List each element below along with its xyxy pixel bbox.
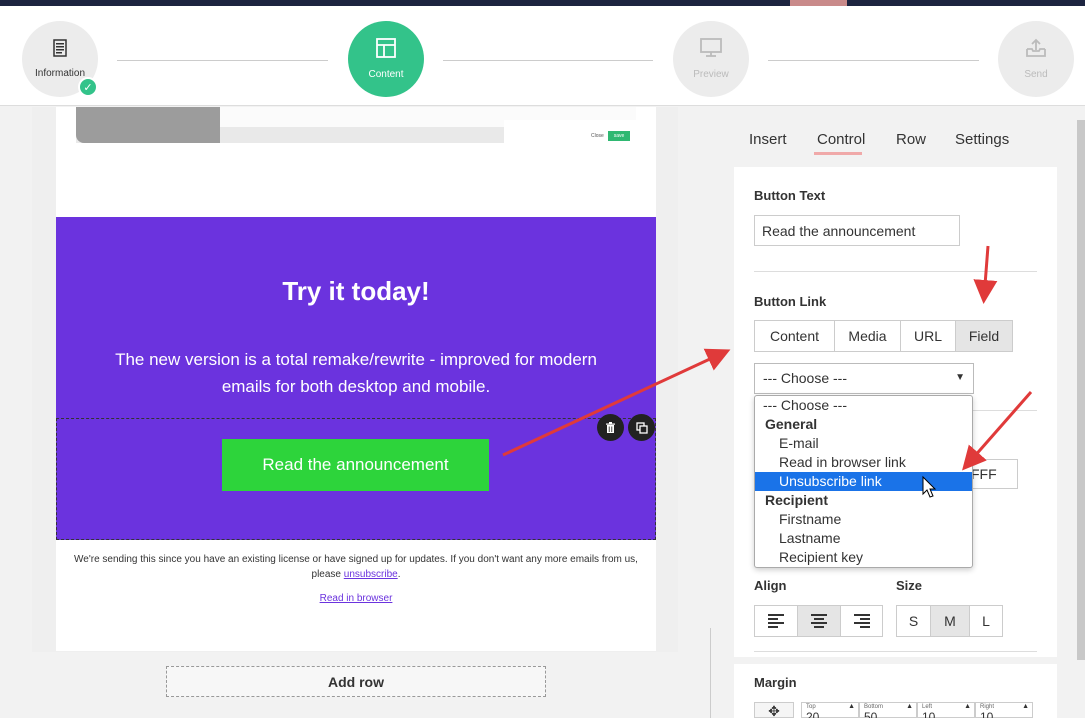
color-hex-value: FFF — [971, 466, 997, 482]
stepper-header: Information ✓ Content Preview Send — [0, 6, 1085, 106]
tab-settings[interactable]: Settings — [955, 131, 1009, 148]
read-in-browser-link[interactable]: Read in browser — [56, 593, 656, 604]
align-center-button[interactable] — [797, 605, 841, 637]
option-read-in-browser[interactable]: Read in browser link — [755, 453, 972, 472]
step-connector — [117, 60, 328, 61]
link-type-content[interactable]: Content — [754, 320, 835, 352]
option-lastname[interactable]: Lastname — [755, 529, 972, 548]
active-tab-indicator — [814, 152, 862, 155]
tab-insert[interactable]: Insert — [749, 131, 787, 148]
button-text-input[interactable] — [754, 215, 960, 246]
thumbnail-save-button: save — [608, 131, 630, 141]
optgroup-recipient: Recipient — [765, 492, 829, 508]
link-type-field[interactable]: Field — [955, 320, 1013, 352]
step-content[interactable]: Content — [348, 21, 424, 97]
step-preview[interactable]: Preview — [673, 21, 749, 97]
step-send[interactable]: Send — [998, 21, 1074, 97]
size-m-button[interactable]: M — [930, 605, 970, 637]
margin-bottom-value: 50 — [864, 710, 878, 718]
stepper-up-icon[interactable]: ▲ — [1022, 703, 1029, 710]
align-left-button[interactable] — [754, 605, 798, 637]
color-hex-input[interactable]: FFF — [968, 459, 1018, 489]
screenshot-thumbnail: Close save — [76, 107, 636, 143]
align-center-icon — [811, 614, 827, 628]
margin-label: Margin — [754, 675, 797, 690]
step-label: Information — [34, 68, 86, 79]
step-connector — [768, 60, 979, 61]
tab-control[interactable]: Control — [817, 131, 865, 148]
duplicate-icon[interactable] — [628, 414, 655, 441]
option-recipient-key[interactable]: Recipient key — [755, 548, 972, 567]
email-description[interactable]: The new version is a total remake/rewrit… — [90, 346, 622, 400]
field-select[interactable]: --- Choose --- ▼ — [754, 363, 974, 394]
tab-row[interactable]: Row — [896, 131, 926, 148]
panel-scrollbar[interactable] — [1077, 120, 1085, 660]
field-dropdown-list[interactable]: --- Choose --- General E-mail Read in br… — [754, 395, 973, 568]
stepper-up-icon[interactable]: ▲ — [848, 703, 855, 710]
margin-left-input[interactable]: Left 10 ▲ — [917, 702, 975, 718]
margin-top-value: 20 — [806, 710, 820, 718]
checkmark-icon: ✓ — [78, 77, 98, 97]
add-row-button[interactable]: Add row — [166, 666, 546, 697]
option-unsubscribe-link[interactable]: Unsubscribe link — [755, 472, 972, 491]
announcement-button[interactable]: Read the announcement — [222, 439, 489, 491]
link-type-url[interactable]: URL — [900, 320, 956, 352]
margin-bottom-input[interactable]: Bottom 50 ▲ — [859, 702, 917, 718]
thumbnail-close-text: Close — [591, 133, 604, 139]
layout-icon — [376, 38, 396, 63]
size-l-button[interactable]: L — [969, 605, 1003, 637]
margin-top-input[interactable]: Top 20 ▲ — [801, 702, 859, 718]
size-label: Size — [896, 578, 923, 593]
thumbnail-dark-area — [76, 107, 220, 143]
step-label: Content — [368, 69, 404, 80]
email-headline[interactable]: Try it today! — [56, 276, 656, 307]
step-label: Preview — [693, 69, 729, 80]
caret-down-icon: ▼ — [955, 372, 965, 383]
link-type-media[interactable]: Media — [834, 320, 901, 352]
align-right-icon — [853, 614, 870, 628]
align-left-icon — [768, 614, 784, 628]
margin-right-input[interactable]: Right 10 ▲ — [975, 702, 1033, 718]
divider — [754, 271, 1037, 272]
trash-icon[interactable] — [597, 414, 624, 441]
email-footer-text: We're sending this since you have an exi… — [66, 552, 646, 582]
size-s-button[interactable]: S — [896, 605, 931, 637]
margin-left-value: 10 — [922, 710, 936, 718]
option-choose[interactable]: --- Choose --- — [755, 396, 972, 415]
step-label: Send — [1024, 69, 1048, 80]
button-text-label: Button Text — [754, 188, 826, 203]
unsubscribe-link[interactable]: unsubscribe — [344, 569, 398, 580]
align-label: Align — [754, 578, 787, 593]
option-email[interactable]: E-mail — [755, 434, 972, 453]
stepper-up-icon[interactable]: ▲ — [906, 703, 913, 710]
footer-period: . — [397, 569, 401, 580]
document-icon — [53, 39, 67, 62]
monitor-icon — [700, 38, 722, 63]
field-select-value: --- Choose --- — [763, 370, 848, 386]
button-link-label: Button Link — [754, 294, 827, 309]
send-tray-icon — [1025, 38, 1047, 63]
option-firstname[interactable]: Firstname — [755, 510, 972, 529]
divider — [754, 651, 1037, 652]
canvas-divider — [710, 628, 711, 718]
stepper-up-icon[interactable]: ▲ — [964, 703, 971, 710]
move-icon[interactable]: ✥ — [754, 702, 794, 718]
margin-right-value: 10 — [980, 710, 994, 718]
optgroup-general: General — [765, 416, 818, 432]
step-connector — [443, 60, 653, 61]
align-right-button[interactable] — [840, 605, 883, 637]
